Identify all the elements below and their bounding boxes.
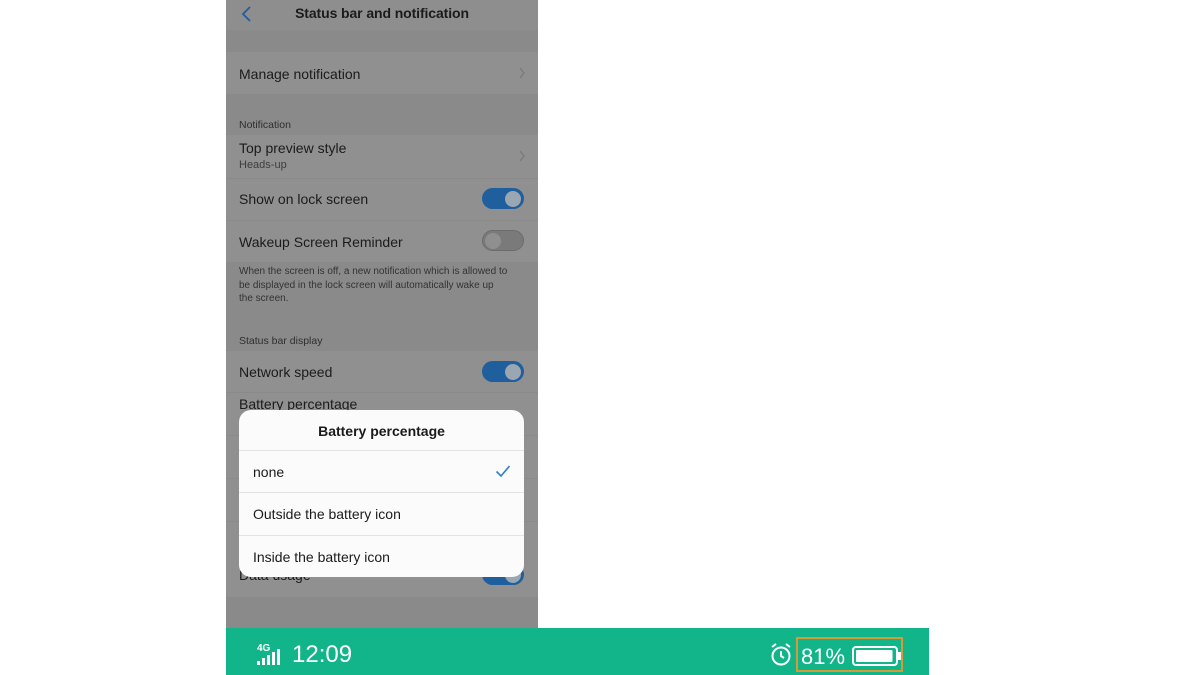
show-on-lock-screen-row: Show on lock screen (226, 179, 538, 220)
manage-notification-row[interactable]: Manage notification (226, 52, 538, 94)
wakeup-description: When the screen is off, a new notificati… (239, 266, 508, 304)
chevron-right-icon (519, 67, 525, 79)
checkmark-icon (495, 465, 511, 478)
show-on-lock-screen-toggle[interactable] (482, 188, 524, 209)
status-bar-section-label: Status bar display (239, 335, 323, 347)
battery-highlight-box: 81% (796, 637, 903, 672)
battery-percentage-dialog: Battery percentage none Outside the batt… (239, 410, 524, 577)
option-label: none (253, 464, 285, 480)
dialog-title: Battery percentage (318, 423, 445, 439)
header-bar: Status bar and notification (226, 0, 538, 30)
top-preview-style-value: Heads-up (239, 159, 287, 171)
status-bar: 4G 12:09 81% (226, 628, 929, 675)
top-preview-style-label: Top preview style (239, 140, 347, 156)
option-label: Inside the battery icon (253, 549, 390, 565)
dialog-option-none[interactable]: none (239, 450, 524, 492)
manage-notification-label: Manage notification (239, 66, 361, 82)
wakeup-screen-reminder-label: Wakeup Screen Reminder (239, 234, 403, 250)
network-speed-row: Network speed (226, 351, 538, 392)
wakeup-screen-reminder-row: Wakeup Screen Reminder (226, 221, 538, 262)
notification-section-label: Notification (239, 119, 291, 131)
network-speed-label: Network speed (239, 364, 333, 380)
dialog-option-outside[interactable]: Outside the battery icon (239, 492, 524, 534)
wakeup-screen-reminder-toggle[interactable] (482, 230, 524, 251)
battery-icon (852, 646, 901, 666)
page-title: Status bar and notification (295, 5, 469, 21)
signal-icon: 4G (257, 643, 280, 665)
clock-time: 12:09 (292, 641, 353, 668)
network-speed-toggle[interactable] (482, 361, 524, 382)
chevron-right-icon (519, 150, 525, 162)
network-type-label: 4G (257, 643, 271, 654)
battery-percent-text: 81% (801, 644, 846, 669)
dialog-option-inside[interactable]: Inside the battery icon (239, 535, 524, 577)
alarm-icon (771, 643, 791, 666)
top-preview-style-row[interactable]: Top preview style Heads-up (226, 135, 538, 178)
show-on-lock-screen-label: Show on lock screen (239, 191, 369, 207)
option-label: Outside the battery icon (253, 506, 401, 522)
